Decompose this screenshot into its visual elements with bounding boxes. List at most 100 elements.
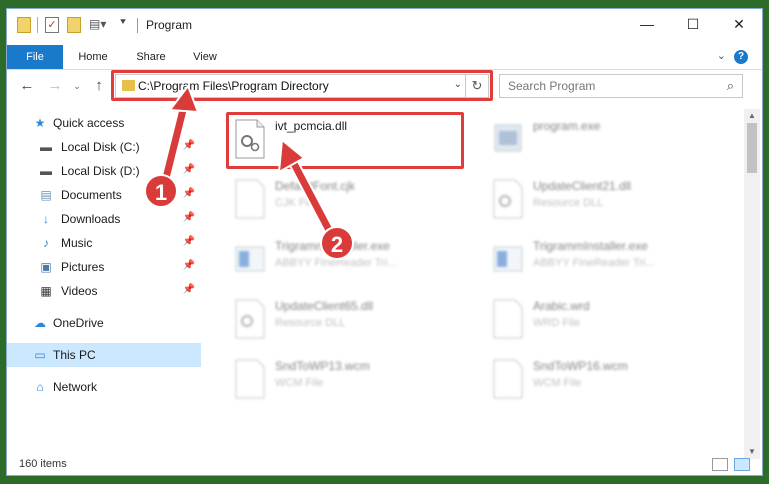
dll-file-icon xyxy=(235,299,265,339)
close-button[interactable]: ✕ xyxy=(716,9,762,39)
exe-file-icon xyxy=(494,124,522,152)
file-name: UpdateClient65.dll xyxy=(275,299,374,313)
file-item[interactable]: Arabic.wrd WRD File xyxy=(485,293,725,347)
vertical-scrollbar[interactable]: ▲ ▼ xyxy=(744,109,760,459)
sidebar-item-videos[interactable]: ▦ Videos 📌 xyxy=(7,279,201,303)
new-folder-icon[interactable] xyxy=(67,17,81,33)
tab-view[interactable]: View xyxy=(183,45,227,69)
sidebar-item-label: Music xyxy=(61,236,93,250)
sidebar-item-label: Videos xyxy=(61,284,98,298)
music-icon: ♪ xyxy=(43,236,49,250)
file-type: ABBYY FineReader Tri... xyxy=(533,257,655,269)
file-name: Arabic.wrd xyxy=(533,299,590,313)
details-view-icon[interactable] xyxy=(712,458,728,471)
sidebar-item-pictures[interactable]: ▣ Pictures 📌 xyxy=(7,255,201,279)
file-highlight-box xyxy=(226,112,464,169)
file-item[interactable]: SndToWP16.wcm WCM File xyxy=(485,353,725,407)
sidebar-item-network[interactable]: ⌂ Network xyxy=(7,375,201,399)
expand-ribbon-icon[interactable]: ⌄ xyxy=(717,49,726,62)
sidebar-item-quick-access[interactable]: ★ Quick access xyxy=(7,111,201,135)
file-item[interactable]: SndToWP13.wcm WCM File xyxy=(227,353,467,407)
address-bar[interactable]: C:\Program Files\Program Directory ⌄ ↻ xyxy=(115,74,489,98)
file-name: DefaultFont.cjk xyxy=(275,179,356,193)
pin-icon[interactable]: 📌 xyxy=(183,236,195,247)
pin-icon[interactable]: 📌 xyxy=(183,284,195,295)
computer-icon: ▭ xyxy=(34,348,46,362)
file-name: TrigrammInstaller.exe xyxy=(533,239,648,253)
pin-icon[interactable]: 📌 xyxy=(183,164,195,175)
pin-icon[interactable]: 📌 xyxy=(183,212,195,223)
maximize-button[interactable]: ☐ xyxy=(670,9,716,39)
file-name: SndToWP16.wcm xyxy=(533,359,628,373)
tab-home[interactable]: Home xyxy=(67,45,119,69)
pictures-icon: ▣ xyxy=(40,260,52,274)
file-name: SndToWP13.wcm xyxy=(275,359,370,373)
sidebar-item-downloads[interactable]: ↓ Downloads 📌 xyxy=(7,207,201,231)
pin-icon[interactable]: 📌 xyxy=(183,260,195,271)
file-item[interactable]: UpdateClient21.dll Resource DLL xyxy=(485,173,725,227)
file-item[interactable]: TrigrammInstaller.exe ABBYY FineReader T… xyxy=(485,233,725,287)
recent-locations-icon[interactable]: ⌄ xyxy=(67,75,87,97)
sidebar-item-onedrive[interactable]: ☁ OneDrive xyxy=(7,311,201,335)
ribbon-tabs: File Home Share View ⌄ ? xyxy=(7,45,762,70)
sidebar-item-label: Local Disk (C:) xyxy=(61,140,140,154)
file-type: Resource DLL xyxy=(533,197,604,209)
sidebar-item-music[interactable]: ♪ Music 📌 xyxy=(7,231,201,255)
customize-icon[interactable]: ▤▾ xyxy=(89,17,106,33)
sidebar-item-label: Documents xyxy=(61,188,122,202)
tab-file[interactable]: File xyxy=(7,45,63,69)
file-name: UpdateClient21.dll xyxy=(533,179,632,193)
status-bar: 160 items xyxy=(7,455,762,475)
address-dropdown-icon[interactable]: ⌄ xyxy=(454,79,462,90)
sidebar-item-label: Quick access xyxy=(53,116,125,130)
step-1-badge: 1 xyxy=(144,174,178,208)
divider xyxy=(37,17,38,33)
back-button[interactable]: ← xyxy=(17,75,37,97)
search-icon[interactable]: ⌕ xyxy=(727,78,734,94)
sidebar-item-this-pc[interactable]: ▭ This PC xyxy=(7,343,201,367)
drive-icon: ▬ xyxy=(40,164,52,178)
scroll-up-icon[interactable]: ▲ xyxy=(744,109,760,123)
pin-icon[interactable]: 📌 xyxy=(183,140,195,151)
properties-icon[interactable]: ✓ xyxy=(45,17,59,33)
help-button[interactable]: ? xyxy=(734,50,748,64)
scroll-thumb[interactable] xyxy=(747,123,757,173)
file-item[interactable]: UpdateClient65.dll Resource DLL xyxy=(227,293,467,347)
up-button[interactable]: ↑ xyxy=(89,75,109,97)
title-divider xyxy=(137,18,138,33)
address-path[interactable]: C:\Program Files\Program Directory xyxy=(138,79,329,93)
file-type: WCM File xyxy=(275,377,324,389)
documents-icon: ▤ xyxy=(40,188,52,202)
quick-access-dropdown-icon[interactable]: ⯆ xyxy=(119,17,129,33)
search-input[interactable]: Search Program xyxy=(508,79,595,93)
pin-icon[interactable]: 📌 xyxy=(183,188,195,199)
network-icon: ⌂ xyxy=(36,380,44,394)
sidebar-item-label: Pictures xyxy=(61,260,105,274)
forward-button[interactable]: → xyxy=(45,75,65,97)
file-icon xyxy=(235,179,265,219)
sidebar-item-label: Downloads xyxy=(61,212,121,226)
folder-icon xyxy=(17,17,31,33)
sidebar-item-label: Network xyxy=(53,380,98,394)
videos-icon: ▦ xyxy=(40,284,52,298)
file-type: CJK File xyxy=(275,197,317,209)
minimize-button[interactable]: — xyxy=(624,9,670,39)
navigation-pane: ★ Quick access ▬ Local Disk (C:) 📌 ▬ Loc… xyxy=(7,109,203,459)
window-title: Program xyxy=(146,18,193,32)
sidebar-item-label: OneDrive xyxy=(53,316,104,330)
file-name: program.exe xyxy=(533,119,601,133)
search-box[interactable]: Search Program ⌕ xyxy=(499,74,743,98)
file-icon xyxy=(493,299,523,339)
tab-share[interactable]: Share xyxy=(127,45,175,69)
sidebar-item-local-disk-c[interactable]: ▬ Local Disk (C:) 📌 xyxy=(7,135,201,159)
star-icon: ★ xyxy=(34,116,46,130)
installer-icon xyxy=(493,246,523,272)
sidebar-item-label: Local Disk (D:) xyxy=(61,164,140,178)
refresh-icon[interactable]: ↻ xyxy=(465,75,488,97)
item-count: 160 items xyxy=(19,458,67,470)
file-item[interactable]: program.exe xyxy=(485,113,725,167)
tiles-view-icon[interactable] xyxy=(734,458,750,471)
folder-icon xyxy=(122,80,135,91)
file-item[interactable]: DefaultFont.cjk CJK File xyxy=(227,173,467,227)
file-icon xyxy=(493,359,523,399)
